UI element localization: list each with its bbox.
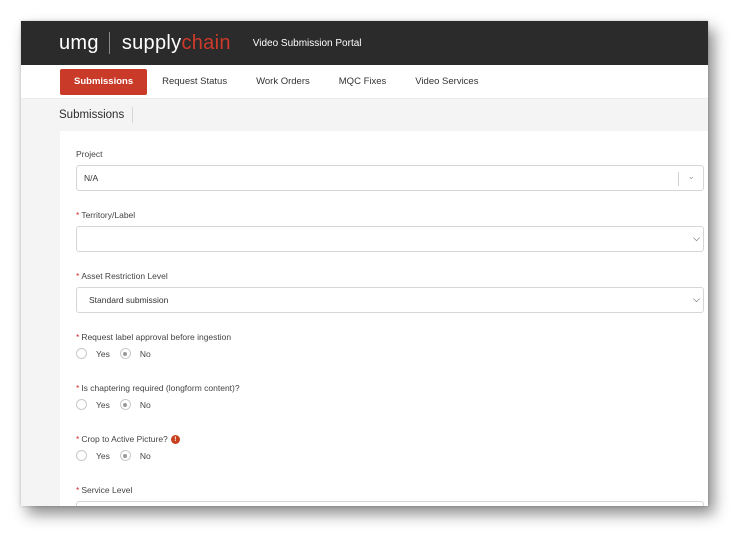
crop-no-label[interactable]: No [140,451,151,461]
tab-submissions[interactable]: Submissions [60,68,148,95]
asset-restriction-select-value: Standard submission [89,295,169,305]
required-mark: * [76,271,80,281]
territory-label: * Territory/Label [76,210,704,220]
chaptering-label-text: Is chaptering required (longform content… [81,383,240,393]
crop-label-text: Crop to Active Picture? [81,434,168,444]
label-approval-yes-radio[interactable] [76,348,87,359]
logo-divider [108,32,110,54]
required-mark: * [76,332,80,342]
required-mark: * [76,210,80,220]
crop-yes-radio[interactable] [76,450,87,462]
tab-video-services[interactable]: Video Services [401,69,492,95]
crop-radio-row: Yes No [76,450,704,462]
label-approval-label: * Request label approval before ingestion [76,332,704,342]
chevron-down-icon[interactable]: ⌵ [693,233,700,244]
submission-form: Project N/A ⌄ * Territory/Label ⌵ * Asset … [60,131,708,506]
crop-group: * Crop to Active Picture?! Yes No [76,434,704,485]
label-approval-no-label[interactable]: No [140,349,151,359]
chaptering-no-radio[interactable] [119,399,131,410]
required-mark: * [76,434,80,444]
required-mark: * [76,485,80,495]
asset-restriction-select[interactable]: Standard submission ⌵ [76,287,704,313]
chaptering-no-label[interactable]: No [140,400,151,410]
chaptering-radio-row: Yes No [76,399,704,410]
required-mark: * [76,383,80,393]
service-level-group: * Service Level [76,485,704,506]
service-level-label-text: Service Level [81,485,133,495]
tab-mqc-fixes[interactable]: MQC Fixes [325,69,401,95]
label-approval-label-text: Request label approval before ingestion [81,332,232,342]
chevron-down-icon[interactable]: ⌄ [687,171,695,182]
crop-label: * Crop to Active Picture?! [76,434,704,445]
select-separator [678,172,679,186]
chaptering-label: * Is chaptering required (longform conten… [76,383,704,393]
service-level-label: * Service Level [76,485,704,495]
app-header: umg supply chain Video Submission Portal [21,21,708,65]
logo-umg: umg [59,31,99,54]
asset-restriction-label-text: Asset Restriction Level [81,271,168,281]
portal-title: Video Submission Portal [252,37,362,49]
label-approval-radio-row: Yes No [76,348,704,359]
chaptering-yes-label[interactable]: Yes [96,400,110,410]
umg-supplychain-logo[interactable]: umg supply chain [59,32,231,55]
logo-supply: supply [121,31,182,54]
project-label: Project [76,149,103,159]
territory-label-text: Territory/Label [81,210,136,220]
tab-request-status[interactable]: Request Status [148,69,241,95]
page-title-bar: Submissions [21,99,708,131]
info-icon[interactable]: ! [170,435,180,445]
chevron-down-icon[interactable]: ⌵ [693,294,700,305]
project-select[interactable]: N/A ⌄ [76,165,704,191]
page-title: Submissions [59,107,134,123]
chaptering-group: * Is chaptering required (longform conten… [76,383,704,434]
label-approval-group: * Request label approval before ingestion… [76,332,704,383]
chaptering-yes-radio[interactable] [76,399,87,410]
label-approval-yes-label[interactable]: Yes [96,349,110,359]
asset-restriction-field-group: * Asset Restriction Level Standard submis… [76,271,704,332]
logo-chain: chain [181,31,231,54]
project-field-group: Project N/A ⌄ [76,149,704,210]
territory-select[interactable]: ⌵ [76,226,704,252]
territory-field-group: * Territory/Label ⌵ [76,210,704,271]
crop-no-radio[interactable] [119,450,131,462]
tab-work-orders[interactable]: Work Orders [242,69,324,95]
app-window: umg supply chain Video Submission Portal … [21,21,708,506]
service-level-select[interactable] [76,501,704,506]
asset-restriction-label: * Asset Restriction Level [76,271,704,281]
main-nav: Submissions Request Status Work Orders M… [21,65,708,99]
project-select-value: N/A [84,173,99,183]
crop-yes-label[interactable]: Yes [96,451,110,461]
label-approval-no-radio[interactable] [119,348,131,359]
